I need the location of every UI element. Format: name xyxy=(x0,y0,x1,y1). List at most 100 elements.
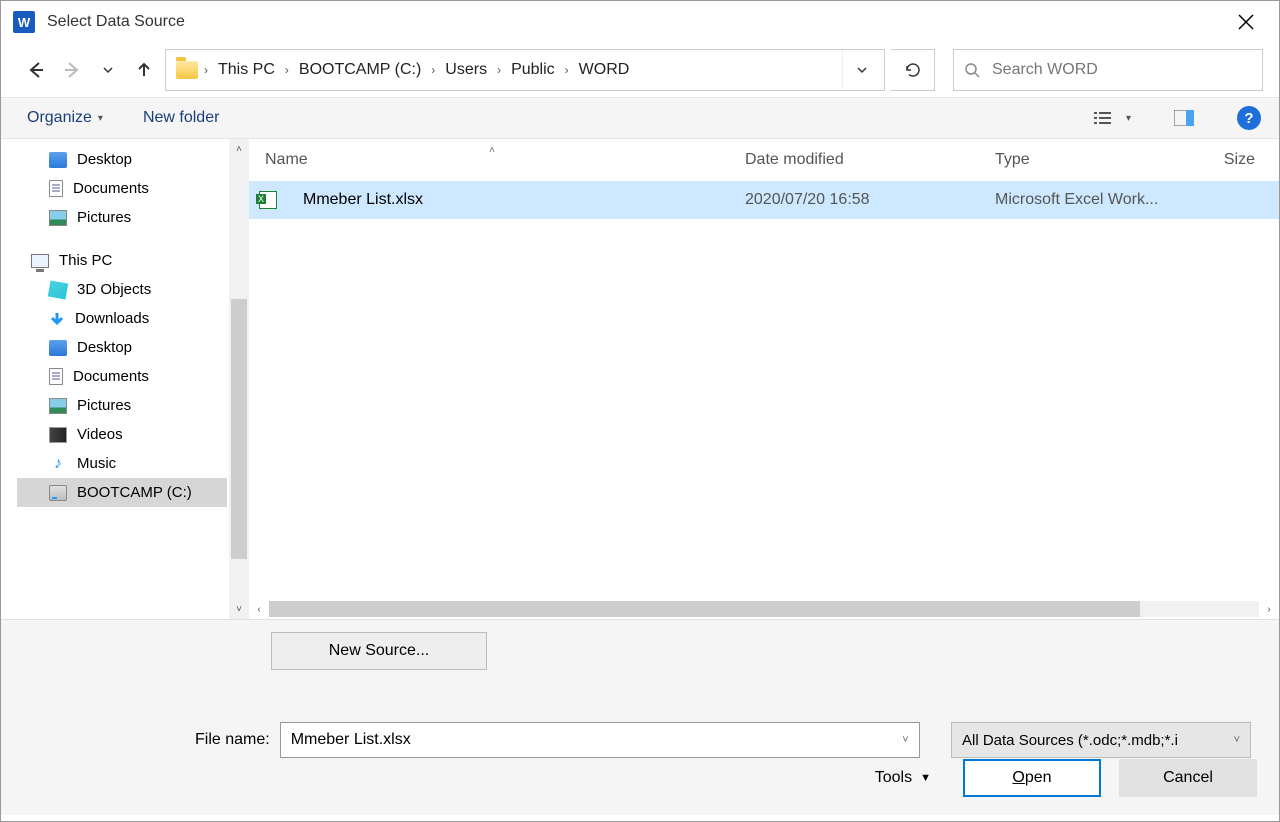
folder-icon xyxy=(176,61,198,79)
pictures-icon xyxy=(49,398,67,414)
sort-indicator-icon: ˄ xyxy=(489,145,495,156)
file-row[interactable]: Mmeber List.xlsx 2020/07/20 16:58 Micros… xyxy=(249,181,1279,219)
horizontal-scrollbar[interactable]: ‹ › xyxy=(249,599,1279,619)
filename-value: Mmeber List.xlsx xyxy=(291,731,411,749)
downloads-icon xyxy=(49,311,65,327)
chevron-down-icon[interactable]: ˅ xyxy=(902,734,908,746)
dialog-buttons: Tools ▼ Open Cancel xyxy=(875,759,1257,797)
drive-icon xyxy=(49,485,67,501)
refresh-icon xyxy=(904,61,922,79)
chevron-down-icon xyxy=(856,64,868,76)
tree-item-downloads[interactable]: Downloads xyxy=(17,304,227,333)
tree-item-3d-objects[interactable]: 3D Objects xyxy=(17,275,227,304)
excel-file-icon xyxy=(259,191,277,209)
tree-item-documents[interactable]: Documents xyxy=(17,174,227,203)
close-icon xyxy=(1238,14,1254,30)
close-button[interactable] xyxy=(1223,1,1269,43)
file-type-value: All Data Sources (*.odc;*.mdb;*.i xyxy=(962,732,1178,749)
filename-combobox[interactable]: Mmeber List.xlsx ˅ xyxy=(280,722,920,758)
list-view-icon xyxy=(1094,111,1112,125)
column-headers: ˄Name Date modified Type Size xyxy=(249,139,1279,181)
scroll-up-button[interactable]: ˄ xyxy=(229,139,249,159)
organize-label: Organize xyxy=(27,109,92,127)
scroll-left-button[interactable]: ‹ xyxy=(249,599,269,619)
recent-locations-button[interactable] xyxy=(93,55,123,85)
pc-icon xyxy=(31,254,49,268)
pictures-icon xyxy=(49,210,67,226)
column-date[interactable]: Date modified xyxy=(729,151,979,169)
scroll-down-button[interactable]: ˅ xyxy=(229,599,249,619)
file-type-dropdown[interactable]: All Data Sources (*.odc;*.mdb;*.i ˅ xyxy=(951,722,1251,758)
cube-icon xyxy=(48,280,69,299)
arrow-right-icon xyxy=(63,61,81,79)
file-type: Microsoft Excel Work... xyxy=(979,191,1189,209)
chevron-right-icon[interactable]: › xyxy=(427,63,439,77)
tree-item-this-pc[interactable]: This PC xyxy=(17,246,227,275)
document-icon xyxy=(49,368,63,385)
videos-icon xyxy=(49,427,67,443)
chevron-right-icon[interactable]: › xyxy=(200,63,212,77)
breadcrumb-item-word[interactable]: WORD xyxy=(575,57,634,83)
caret-down-icon: ▾ xyxy=(98,113,103,124)
tree-item-desktop[interactable]: Desktop xyxy=(17,145,227,174)
tools-button[interactable]: Tools ▼ xyxy=(875,769,931,787)
breadcrumb[interactable]: › This PC › BOOTCAMP (C:) › Users › Publ… xyxy=(165,49,885,91)
refresh-button[interactable] xyxy=(891,49,935,91)
tree-item-music[interactable]: ♪Music xyxy=(17,449,227,478)
new-folder-label: New folder xyxy=(143,109,219,127)
column-size[interactable]: Size xyxy=(1189,151,1275,169)
forward-button[interactable] xyxy=(57,55,87,85)
chevron-right-icon[interactable]: › xyxy=(281,63,293,77)
chevron-down-icon xyxy=(102,64,114,76)
tree-item-videos[interactable]: Videos xyxy=(17,420,227,449)
search-input[interactable] xyxy=(992,61,1252,79)
tree-item-documents2[interactable]: Documents xyxy=(17,362,227,391)
caret-down-icon[interactable]: ▾ xyxy=(1126,113,1131,124)
body: Desktop Documents Pictures This PC 3D Ob… xyxy=(1,139,1279,619)
app-icon: W xyxy=(13,11,35,33)
column-name[interactable]: ˄Name xyxy=(249,151,729,169)
window-title: Select Data Source xyxy=(47,13,185,31)
breadcrumb-item-this-pc[interactable]: This PC xyxy=(214,57,279,83)
document-icon xyxy=(49,180,63,197)
chevron-right-icon[interactable]: › xyxy=(561,63,573,77)
navigation-tree: Desktop Documents Pictures This PC 3D Ob… xyxy=(1,139,249,619)
view-mode-button[interactable] xyxy=(1090,105,1116,131)
help-button[interactable]: ? xyxy=(1237,106,1261,130)
file-pane: ˄Name Date modified Type Size Mmeber Lis… xyxy=(249,139,1279,619)
desktop-icon xyxy=(49,152,67,168)
filename-row: File name: Mmeber List.xlsx ˅ xyxy=(195,722,920,758)
tree-item-pictures2[interactable]: Pictures xyxy=(17,391,227,420)
file-date: 2020/07/20 16:58 xyxy=(729,191,979,209)
breadcrumb-history-button[interactable] xyxy=(842,50,880,90)
tree-item-pictures[interactable]: Pictures xyxy=(17,203,227,232)
preview-pane-button[interactable] xyxy=(1171,105,1197,131)
search-icon xyxy=(964,62,980,78)
back-button[interactable] xyxy=(21,55,51,85)
new-source-button[interactable]: New Source... xyxy=(271,632,487,670)
up-button[interactable] xyxy=(129,55,159,85)
toolbar: Organize ▾ New folder ▾ ? xyxy=(1,97,1279,139)
lower-panel: New Source... File name: Mmeber List.xls… xyxy=(1,619,1279,815)
tree-item-desktop2[interactable]: Desktop xyxy=(17,333,227,362)
hscroll-thumb[interactable] xyxy=(269,601,1140,617)
search-box[interactable] xyxy=(953,49,1263,91)
breadcrumb-item-users[interactable]: Users xyxy=(441,57,491,83)
breadcrumb-item-public[interactable]: Public xyxy=(507,57,559,83)
open-button[interactable]: Open xyxy=(963,759,1101,797)
organize-button[interactable]: Organize ▾ xyxy=(27,109,103,127)
breadcrumb-item-drive[interactable]: BOOTCAMP (C:) xyxy=(295,57,425,83)
cancel-button[interactable]: Cancel xyxy=(1119,759,1257,797)
scroll-right-button[interactable]: › xyxy=(1259,599,1279,619)
column-type[interactable]: Type xyxy=(979,151,1189,169)
navigation-bar: › This PC › BOOTCAMP (C:) › Users › Publ… xyxy=(1,43,1279,97)
scroll-thumb[interactable] xyxy=(231,299,247,559)
chevron-down-icon[interactable]: ˅ xyxy=(1234,734,1240,746)
caret-down-icon: ▼ xyxy=(920,772,931,784)
chevron-right-icon[interactable]: › xyxy=(493,63,505,77)
title-bar: W Select Data Source xyxy=(1,1,1279,43)
tree-item-bootcamp[interactable]: BOOTCAMP (C:) xyxy=(17,478,227,507)
new-folder-button[interactable]: New folder xyxy=(143,109,219,127)
sidebar-scrollbar[interactable]: ˄ ˅ xyxy=(229,139,249,619)
music-icon: ♪ xyxy=(49,456,67,472)
